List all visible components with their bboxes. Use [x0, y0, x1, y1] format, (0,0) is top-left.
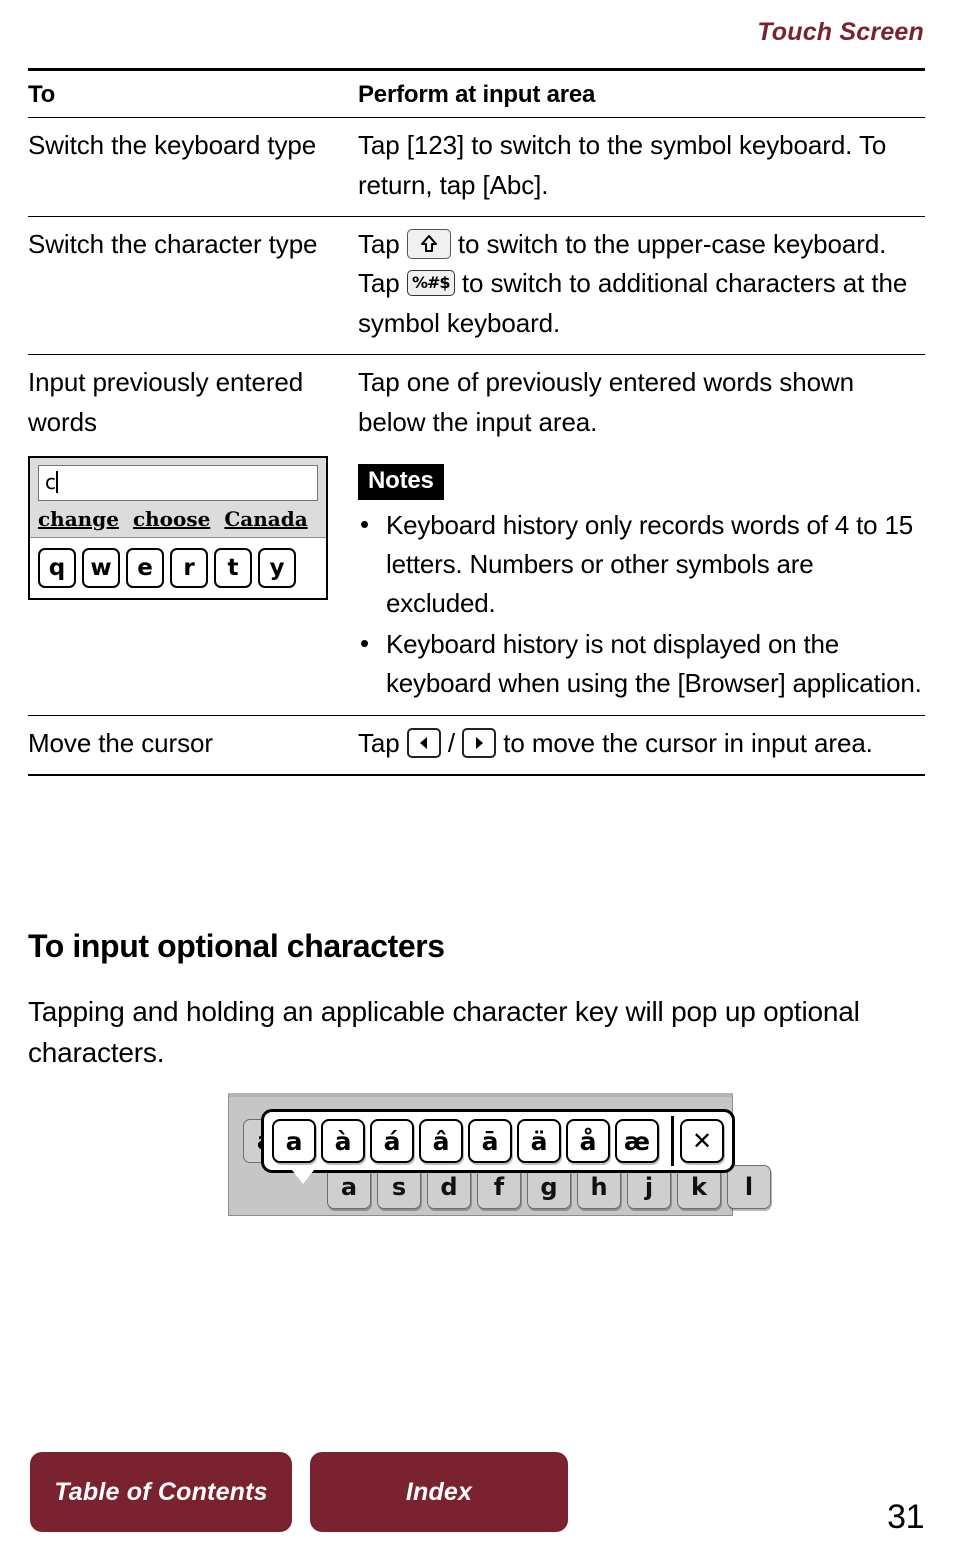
row-label-move-cursor: Move the cursor: [28, 728, 213, 759]
optional-char-key: a: [272, 1119, 316, 1163]
popup-tail: [292, 1170, 314, 1184]
row-label-cell: Switch the keyboard type: [28, 117, 358, 217]
footer-navigation: Table of Contents Index: [30, 1452, 568, 1532]
text-caret: [56, 471, 58, 494]
suggestion-item: choose: [132, 507, 211, 532]
suggestion-item: change: [38, 507, 119, 532]
arrow-right-icon: [462, 728, 497, 759]
arrow-left-icon: [406, 728, 441, 759]
figure-input-area: c: [38, 465, 318, 502]
optional-char-key: á: [370, 1119, 414, 1163]
row-label-cell: Input previously entered words c change c…: [28, 354, 358, 717]
notes-title: Notes: [358, 464, 444, 501]
figure-key: t: [214, 548, 252, 589]
row-action-move-cursor: Tap / to move the cursor in input area.: [358, 724, 925, 764]
optional-characters-figure: a a s d f g h j k l a à á â ā ä å æ ✕: [228, 1093, 771, 1216]
page-number: 31: [887, 1498, 924, 1536]
optional-char-key: ā: [468, 1119, 512, 1163]
close-icon: ✕: [680, 1119, 724, 1163]
row-label-switch-character-type: Switch the character type: [28, 228, 318, 259]
note-item: Keyboard history only records words of 4…: [358, 505, 925, 623]
row-label-cell: Switch the character type: [28, 216, 358, 355]
keyboard-history-figure: c change choose Canada q w e r t y: [28, 456, 328, 601]
optional-char-key: ä: [517, 1119, 561, 1163]
figure-key: y: [258, 548, 296, 589]
table-row: Switch the character type Tap to switch …: [28, 216, 925, 355]
row-action-input-previous-words: Tap one of previously entered words show…: [358, 366, 854, 437]
section-heading: To input optional characters: [28, 928, 445, 964]
symbol-key-icon: %#$: [406, 270, 455, 297]
row-action-switch-character-type: Tap to switch to the upper-case keyboard…: [358, 225, 925, 344]
popup-divider: [671, 1116, 674, 1166]
row-label-switch-keyboard-type: Switch the keyboard type: [28, 130, 317, 160]
table-row: Switch the keyboard type Tap [123] to sw…: [28, 117, 925, 217]
column-header-action: Perform at input area: [358, 68, 925, 118]
table-row: Move the cursor Tap / to move the cursor…: [28, 715, 925, 777]
keyboard-history-top: c change choose Canada: [30, 458, 326, 539]
action-text-post: to move the cursor in input area.: [496, 728, 873, 759]
shift-key-icon: [406, 228, 451, 259]
figure-input-value: c: [45, 470, 56, 495]
row-action-cell: Tap to switch to the upper-case keyboard…: [358, 216, 925, 355]
instruction-table: To Perform at input area Switch the keyb…: [28, 68, 925, 777]
optional-char-key: æ: [615, 1119, 659, 1163]
row-action-cell: Tap [123] to switch to the symbol keyboa…: [358, 117, 925, 217]
figure-key: l: [727, 1165, 771, 1209]
index-button[interactable]: Index: [310, 1452, 568, 1532]
optional-characters-popup: a à á â ā ä å æ ✕: [261, 1109, 735, 1184]
table-row: Input previously entered words c change c…: [28, 354, 925, 717]
suggestion-item: Canada: [224, 507, 308, 532]
notes-list: Keyboard history only records words of 4…: [358, 505, 925, 703]
suggestion-list: change choose Canada: [38, 507, 318, 531]
row-label-input-previous-words: Input previously entered words: [28, 366, 304, 437]
row-action-switch-keyboard-type: Tap [123] to switch to the symbol keyboa…: [358, 130, 887, 200]
figure-key-row: q w e r t y: [30, 538, 326, 599]
section-paragraph: Tapping and holding an applicable charac…: [28, 996, 860, 1068]
running-header: Touch Screen: [757, 18, 924, 46]
figure-key: q: [38, 548, 76, 589]
note-item: Keyboard history is not displayed on the…: [358, 624, 925, 703]
row-label-cell: Move the cursor: [28, 715, 358, 777]
figure-key: w: [82, 548, 120, 589]
table-header-row: To Perform at input area: [28, 68, 925, 118]
optional-char-key: â: [419, 1119, 463, 1163]
figure-key: r: [170, 548, 208, 589]
row-action-cell: Tap / to move the cursor in input area.: [358, 715, 925, 777]
notes-block: Notes Keyboard history only records word…: [358, 464, 925, 703]
optional-char-key: à: [321, 1119, 365, 1163]
action-text-sep: /: [440, 728, 463, 759]
optional-char-key: å: [566, 1119, 610, 1163]
table-of-contents-button[interactable]: Table of Contents: [30, 1452, 292, 1532]
action-text-pre: Tap: [358, 228, 407, 259]
row-action-cell: Tap one of previously entered words show…: [358, 354, 925, 717]
figure-key: e: [126, 548, 164, 589]
action-text-pre: Tap: [358, 728, 407, 759]
column-header-to: To: [28, 68, 358, 118]
